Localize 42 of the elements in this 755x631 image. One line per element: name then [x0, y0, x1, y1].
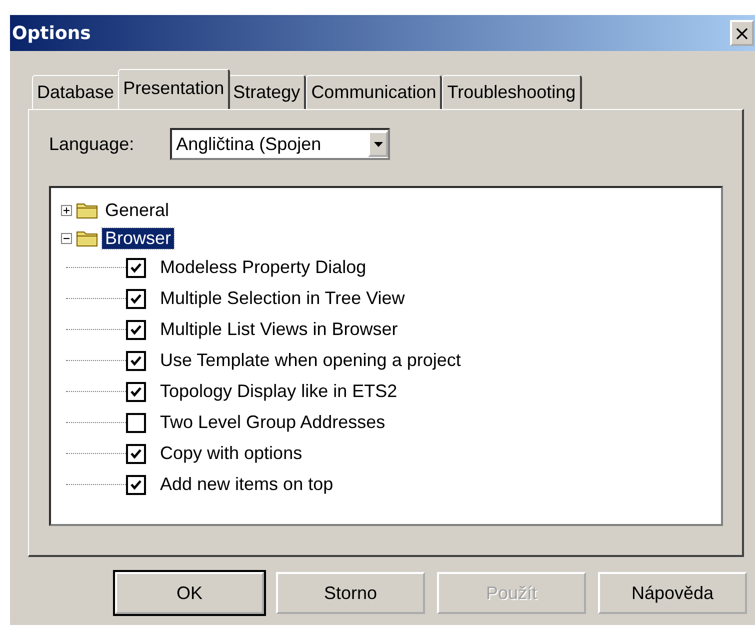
check-icon — [130, 478, 142, 490]
window-title: Options — [12, 22, 91, 44]
checkbox[interactable] — [126, 288, 146, 308]
check-icon — [130, 448, 142, 460]
collapse-icon[interactable] — [61, 232, 72, 244]
tab[interactable]: Communication — [306, 75, 442, 109]
tree-item[interactable]: General — [102, 200, 172, 220]
checkbox[interactable] — [126, 320, 146, 340]
language-dropdown[interactable]: Angličtina (Spojen — [170, 128, 390, 160]
dialog-button[interactable]: OK — [115, 572, 264, 614]
expand-icon[interactable] — [61, 204, 72, 216]
checkbox[interactable] — [126, 382, 146, 402]
check-icon — [130, 324, 142, 336]
dialog-button[interactable]: Storno — [276, 572, 425, 614]
language-label: Language: — [49, 134, 134, 154]
folder-icon — [76, 229, 98, 247]
tab[interactable]: Presentation — [118, 69, 230, 109]
checkbox[interactable] — [126, 412, 146, 432]
check-icon — [130, 386, 142, 398]
tab[interactable]: Strategy — [228, 75, 306, 109]
dialog-button[interactable]: Nápověda — [598, 572, 747, 614]
checkbox[interactable] — [126, 444, 146, 464]
check-icon — [130, 354, 142, 366]
option-label: Multiple List Views in Browser — [160, 319, 398, 340]
option-label: Topology Display like in ETS2 — [160, 381, 398, 402]
check-icon — [130, 262, 142, 274]
option-label: Add new items on top — [160, 474, 334, 495]
option-label: Multiple Selection in Tree View — [160, 288, 405, 309]
option-label: Copy with options — [160, 443, 302, 464]
tree-item[interactable]: Browser — [102, 228, 174, 248]
check-icon — [130, 292, 142, 304]
option-label: Use Template when opening a project — [160, 350, 461, 371]
checkbox[interactable] — [126, 474, 146, 494]
checkbox[interactable] — [126, 350, 146, 370]
checkbox[interactable] — [126, 258, 146, 278]
tab[interactable]: Database — [32, 75, 120, 109]
option-label: Modeless Property Dialog — [160, 257, 366, 278]
tab[interactable]: Troubleshooting — [442, 75, 582, 109]
option-label: Two Level Group Addresses — [160, 412, 386, 433]
dropdown-arrow-icon — [374, 142, 383, 146]
close-button[interactable]: × — [730, 20, 754, 46]
folder-icon — [76, 201, 98, 219]
